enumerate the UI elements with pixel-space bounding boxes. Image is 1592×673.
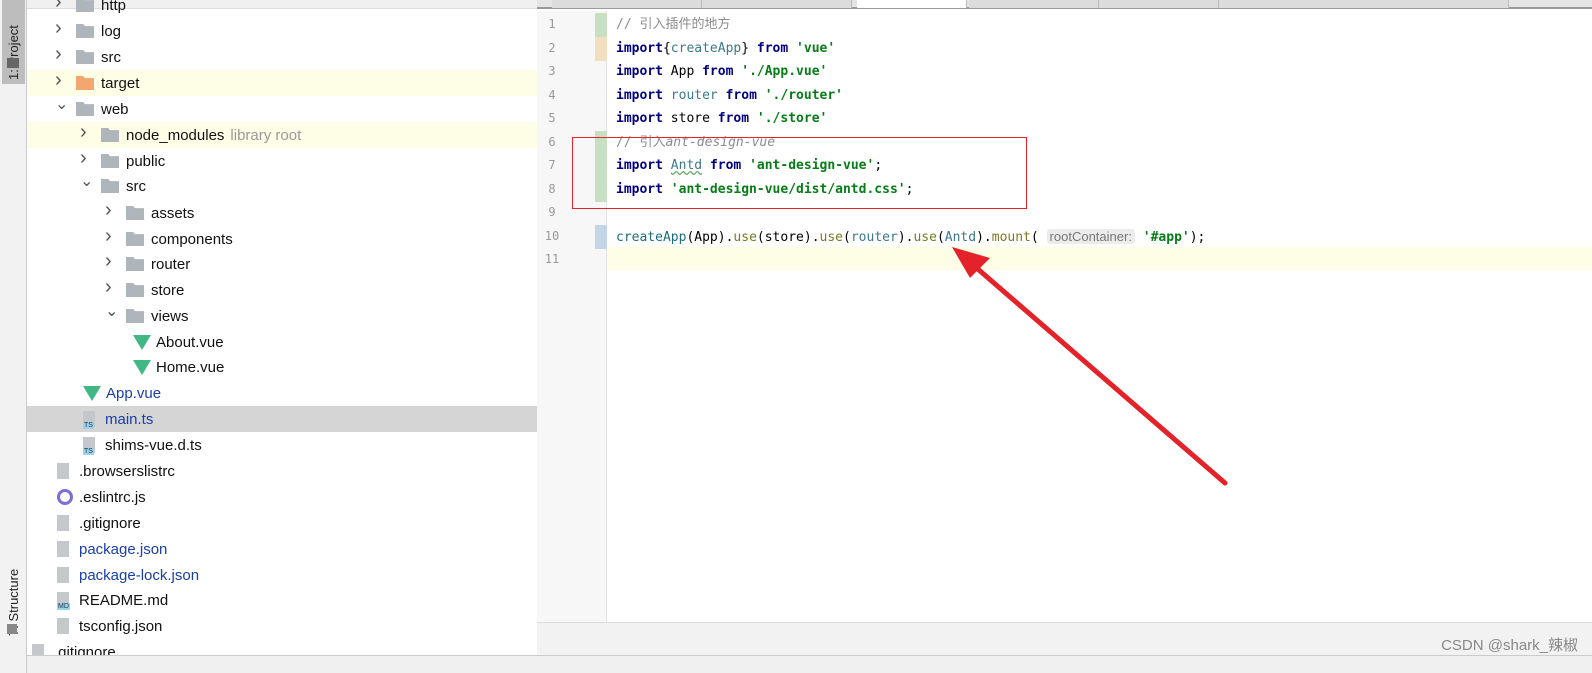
watermark: CSDN @shark_辣椒	[1441, 637, 1578, 654]
arrow-shaft	[969, 261, 1228, 486]
annotation-arrow	[952, 247, 1228, 486]
editor-bottom-panel	[537, 622, 1592, 655]
status-bar	[27, 655, 1592, 673]
